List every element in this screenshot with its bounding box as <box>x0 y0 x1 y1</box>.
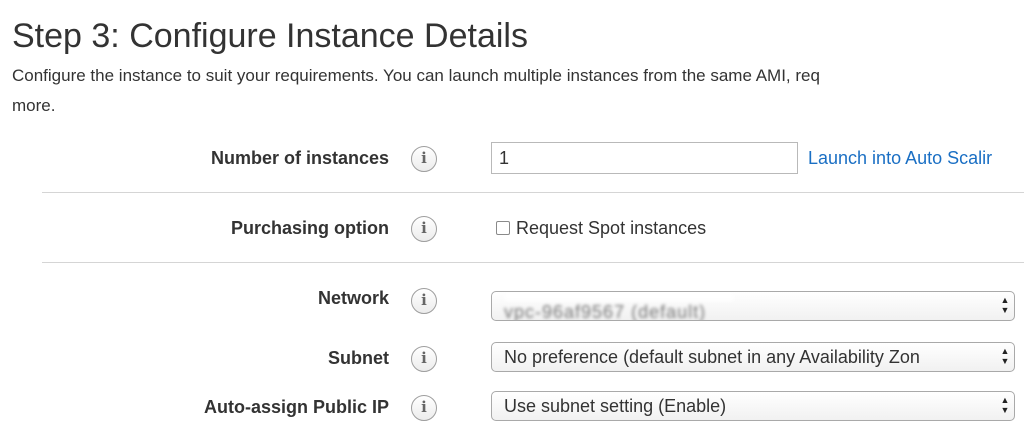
description-line-1: Configure the instance to suit your requ… <box>12 66 820 85</box>
auto-assign-public-ip-select-value: Use subnet setting (Enable) <box>504 396 727 416</box>
launch-into-auto-scaling-link[interactable]: Launch into Auto Scalir <box>808 146 992 170</box>
info-icon[interactable]: i <box>411 288 437 314</box>
redaction-mask <box>504 292 734 301</box>
info-icon[interactable]: i <box>411 216 437 242</box>
auto-assign-public-ip-select[interactable]: Use subnet setting (Enable) ▲ ▼ <box>491 391 1015 421</box>
subnet-label: Subnet <box>328 348 389 368</box>
row-divider <box>42 192 1024 193</box>
info-icon[interactable]: i <box>411 146 437 172</box>
number-of-instances-label: Number of instances <box>210 148 389 168</box>
network-select[interactable]: vpc-96af9567 (default) ▲ ▼ <box>491 291 1015 321</box>
subnet-select[interactable]: No preference (default subnet in any Ava… <box>491 342 1015 372</box>
row-divider <box>42 262 1024 263</box>
number-of-instances-input[interactable] <box>491 142 798 174</box>
purchasing-option-label: Purchasing option <box>230 218 389 238</box>
request-spot-instances-option[interactable]: Request Spot instances <box>496 216 706 240</box>
info-icon[interactable]: i <box>411 346 437 372</box>
network-label: Network <box>317 288 389 308</box>
info-icon[interactable]: i <box>411 395 437 421</box>
subnet-select-value: No preference (default subnet in any Ava… <box>504 347 920 367</box>
network-select-value: vpc-96af9567 (default) <box>504 302 707 321</box>
request-spot-instances-label[interactable]: Request Spot instances <box>516 216 706 240</box>
page-title: Step 3: Configure Instance Details <box>12 17 528 55</box>
updown-arrows-icon: ▲ ▼ <box>1000 346 1010 366</box>
updown-arrows-icon: ▲ ▼ <box>1000 395 1010 415</box>
page-description: Configure the instance to suit your requ… <box>12 61 1024 121</box>
auto-assign-public-ip-label: Auto-assign Public IP <box>203 397 389 417</box>
updown-arrows-icon: ▲ ▼ <box>1000 295 1010 315</box>
request-spot-instances-checkbox[interactable] <box>496 221 510 235</box>
description-line-2: more. <box>12 96 56 115</box>
